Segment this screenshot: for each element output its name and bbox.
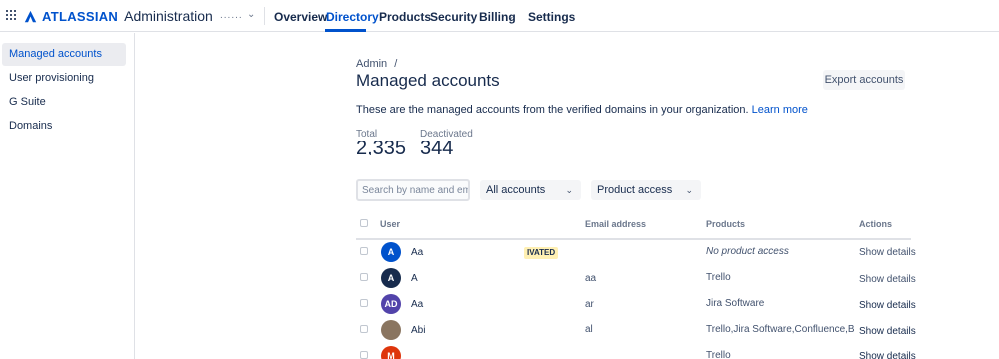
breadcrumb: Admin / xyxy=(356,58,397,70)
user-name[interactable]: Abi xyxy=(411,325,425,336)
user-products: Trello xyxy=(706,350,731,359)
learn-more-link[interactable]: Learn more xyxy=(752,104,808,116)
nav-security[interactable]: Security xyxy=(430,10,477,24)
row-checkbox[interactable] xyxy=(360,273,368,281)
avatar: M xyxy=(381,346,401,359)
user-products: No product access xyxy=(706,246,789,257)
export-accounts-button[interactable]: Export accounts xyxy=(823,70,905,90)
show-details-link[interactable]: Show details xyxy=(859,274,916,285)
nav-overview[interactable]: Overview xyxy=(274,10,327,24)
page-title: Managed accounts xyxy=(356,71,500,90)
atlassian-mark-icon xyxy=(24,10,37,22)
show-details-link[interactable]: Show details xyxy=(859,300,916,311)
column-header-actions: Actions xyxy=(859,219,893,229)
breadcrumb-separator: / xyxy=(394,58,398,70)
sidebar-item-g-suite[interactable]: G Suite xyxy=(2,91,126,114)
brand-name: ATLASSIAN xyxy=(42,8,119,24)
column-header-products[interactable]: Products xyxy=(706,219,745,229)
product-name: Administration xyxy=(124,8,213,24)
table-header-divider xyxy=(356,238,911,240)
avatar: A xyxy=(381,268,401,288)
description-text: These are the managed accounts from the … xyxy=(356,104,749,116)
row-checkbox[interactable] xyxy=(360,247,368,255)
avatar xyxy=(381,320,401,340)
avatar: A xyxy=(381,242,401,262)
chevron-down-icon[interactable]: ⌄ xyxy=(247,9,255,20)
sidebar-item-managed-accounts[interactable]: Managed accounts xyxy=(2,43,126,66)
atlassian-logo[interactable]: ATLASSIAN Administration xyxy=(24,8,213,24)
sidebar-item-domains[interactable]: Domains xyxy=(2,115,126,138)
stat-deactivated-value: 344 xyxy=(420,141,454,155)
product-access-filter-select[interactable]: Product access ⌄ xyxy=(591,180,701,200)
stat-total-label: Total xyxy=(356,129,378,140)
user-email: aa xyxy=(585,273,597,284)
chevron-down-icon[interactable]: ⌄ xyxy=(507,11,515,22)
user-name[interactable]: Aa xyxy=(411,247,423,258)
user-products: Jira Software xyxy=(706,298,765,309)
product-filter-value: Product access xyxy=(597,184,673,196)
user-name[interactable]: Aa xyxy=(411,299,423,310)
nav-products[interactable]: Products xyxy=(379,10,431,24)
breadcrumb-admin[interactable]: Admin xyxy=(356,58,387,70)
search-input[interactable] xyxy=(356,179,470,201)
top-navigation: ATLASSIAN Administration ...... ⌄ Overvi… xyxy=(0,0,999,32)
column-header-email[interactable]: Email address xyxy=(585,219,646,229)
sidebar-item-user-provisioning[interactable]: User provisioning xyxy=(2,67,126,90)
page-description: These are the managed accounts from the … xyxy=(356,104,808,116)
user-products: Trello xyxy=(706,272,731,283)
sidebar: Managed accounts User provisioning G Sui… xyxy=(0,33,135,359)
show-details-link[interactable]: Show details xyxy=(859,247,916,258)
avatar: AD xyxy=(381,294,401,314)
user-products: Trello,Jira Software,Confluence,Bi... xyxy=(706,324,854,335)
app-switcher-icon[interactable] xyxy=(6,10,16,20)
active-tab-indicator xyxy=(325,29,366,32)
select-all-checkbox[interactable] xyxy=(360,219,368,227)
nav-directory[interactable]: Directory xyxy=(326,10,379,24)
column-header-user[interactable]: User xyxy=(380,219,400,229)
user-name[interactable]: A xyxy=(411,273,418,284)
accounts-filter-value: All accounts xyxy=(486,184,546,196)
row-checkbox[interactable] xyxy=(360,299,368,307)
user-email: al xyxy=(585,324,593,335)
show-details-link[interactable]: Show details xyxy=(859,326,916,337)
row-checkbox[interactable] xyxy=(360,351,368,359)
chevron-down-icon: ⌄ xyxy=(565,185,573,195)
nav-divider xyxy=(264,7,265,25)
show-details-link[interactable]: Show details xyxy=(859,351,916,359)
accounts-filter-select[interactable]: All accounts ⌄ xyxy=(480,180,581,200)
nav-settings[interactable]: Settings xyxy=(528,10,575,24)
user-email: ar xyxy=(585,299,594,310)
status-badge: IVATED xyxy=(524,247,559,259)
stat-total-value: 2,335 xyxy=(356,141,407,155)
stat-deactivated-label: Deactivated xyxy=(420,129,473,140)
org-switcher[interactable]: ...... xyxy=(220,10,243,21)
row-checkbox[interactable] xyxy=(360,325,368,333)
chevron-down-icon: ⌄ xyxy=(685,185,693,195)
